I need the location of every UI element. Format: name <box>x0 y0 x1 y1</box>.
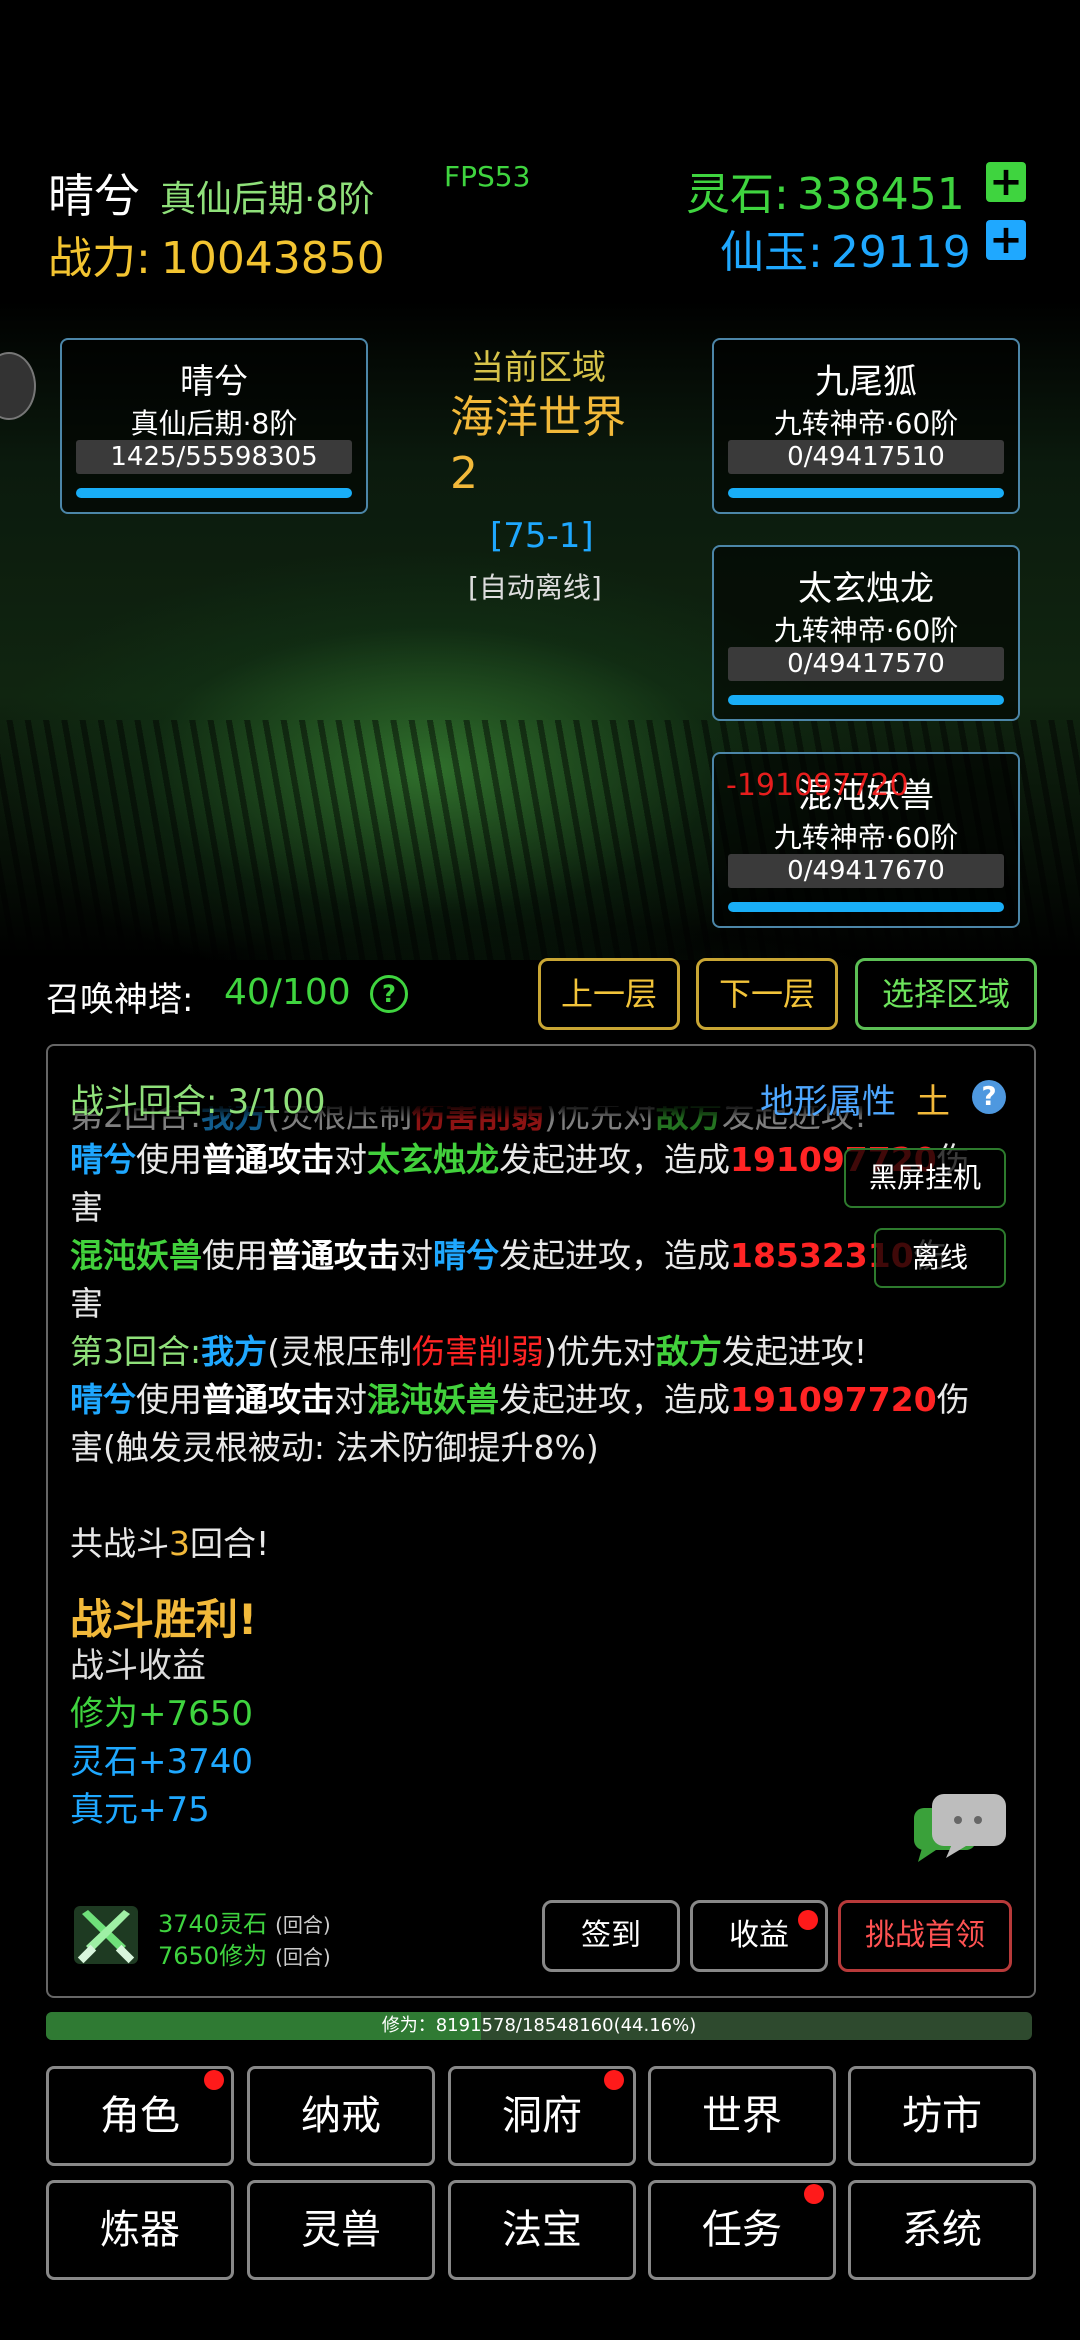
immortal-jade-value: 29119 <box>830 227 971 278</box>
offline-button[interactable]: 离线 <box>874 1228 1006 1288</box>
player-realm: 真仙后期·8阶 <box>160 179 375 220</box>
unit-hp-text: 0/49417670 <box>728 854 1004 888</box>
reward-xiuwei: 修为+7650 <box>70 1694 254 1734</box>
summon-tower-progress: 40/100 <box>224 972 351 1013</box>
unit-name: 太玄烛龙 <box>798 569 934 609</box>
unit-hp-bar <box>76 488 352 498</box>
nav-refining[interactable]: 炼器 <box>46 2180 234 2280</box>
enemy-unit-card[interactable]: 九尾狐 九转神帝·60阶 0/49417510 <box>712 338 1020 514</box>
nav-treasure[interactable]: 法宝 <box>448 2180 636 2280</box>
reward-stone: 灵石+3740 <box>70 1742 254 1782</box>
help-icon[interactable]: ? <box>972 1080 1006 1114</box>
region-code: [75-1] <box>490 516 594 556</box>
income-xiuwei: 7650修为 (回合) <box>158 1936 331 1971</box>
battle-round: 战斗回合: 3/100 <box>70 1074 325 1123</box>
plus-icon: + <box>989 217 1023 263</box>
chat-bubble-icon[interactable] <box>912 1792 1008 1862</box>
enemy-unit-card[interactable]: 太玄烛龙 九转神帝·60阶 0/49417570 <box>712 545 1020 721</box>
log-line: 混沌妖兽使用普通攻击对晴兮发起进攻，造成18532310伤 <box>70 1236 947 1275</box>
log-line: 共战斗3回合! <box>70 1524 270 1563</box>
terrain-value: 土 <box>916 1082 950 1122</box>
income-per-round: (回合) <box>275 1913 331 1937</box>
nav-storage-ring[interactable]: 纳戒 <box>247 2066 435 2166</box>
battle-round-label: 战斗回合: <box>70 1082 218 1122</box>
next-floor-button[interactable]: 下一层 <box>696 958 838 1030</box>
combat-power-value: 10043850 <box>160 233 385 284</box>
combat-power-label: 战力: <box>48 233 151 284</box>
log-line: 第3回合:我方(灵根压制伤害削弱)优先对敌方发起进攻! <box>70 1332 868 1371</box>
spirit-stone-value: 338451 <box>796 169 965 220</box>
region-name: 海洋世界2 <box>450 392 626 499</box>
help-icon[interactable]: ? <box>370 975 408 1013</box>
challenge-boss-button[interactable]: 挑战首领 <box>838 1900 1012 1972</box>
add-spirit-stone-button[interactable]: + <box>986 162 1026 202</box>
unit-realm: 九转神帝·60阶 <box>773 407 959 440</box>
immortal-jade-balance: 仙玉: 29119 <box>720 216 971 280</box>
nav-system[interactable]: 系统 <box>848 2180 1036 2280</box>
crossed-swords-icon <box>70 1902 142 1968</box>
income-stone-value: 3740灵石 <box>158 1910 268 1938</box>
unit-realm: 真仙后期·8阶 <box>130 407 298 440</box>
spirit-stone-balance: 灵石: 338451 <box>686 158 965 222</box>
region-label: 当前区域 <box>470 348 606 388</box>
unit-hp-text: 0/49417570 <box>728 647 1004 681</box>
nav-world[interactable]: 世界 <box>648 2066 836 2166</box>
nav-market[interactable]: 坊市 <box>848 2066 1036 2166</box>
unit-hp-bar <box>728 902 1004 912</box>
notification-dot-icon <box>204 2070 224 2090</box>
spirit-stone-label: 灵石: <box>686 169 789 220</box>
nav-spirit-beast[interactable]: 灵兽 <box>247 2180 435 2280</box>
reward-zhenyuan: 真元+75 <box>70 1790 210 1830</box>
notification-dot-icon <box>604 2070 624 2090</box>
player-name: 晴兮 <box>48 169 140 223</box>
cultivation-progress-bar: 修为：8191578/18548160(44.16%) <box>46 2012 1032 2040</box>
notification-dot-icon <box>804 2184 824 2204</box>
battle-round-value: 3/100 <box>227 1082 326 1122</box>
income-xiuwei-value: 7650修为 <box>158 1942 268 1970</box>
unit-realm: 九转神帝·60阶 <box>773 821 959 854</box>
battle-rewards: 战斗收益 修为+7650 灵石+3740 真元+75 <box>70 1642 253 1834</box>
select-region-button[interactable]: 选择区域 <box>855 958 1037 1030</box>
notification-dot-icon <box>798 1910 818 1930</box>
checkin-button[interactable]: 签到 <box>542 1900 680 1972</box>
floating-damage-number: -191097720 <box>726 768 909 803</box>
summon-tower-label: 召唤神塔: <box>46 980 194 1020</box>
cultivation-progress-text: 修为：8191578/18548160(44.16%) <box>381 2015 697 2036</box>
fps-counter: FPS53 <box>444 160 531 193</box>
unit-hp-text: 1425/55598305 <box>76 440 352 474</box>
combat-power: 战力: 10043850 <box>48 222 385 286</box>
log-line: 晴兮使用普通攻击对混沌妖兽发起进攻，造成191097720伤 <box>70 1380 970 1419</box>
unit-name: 晴兮 <box>180 362 248 402</box>
player-unit-card[interactable]: 晴兮 真仙后期·8阶 1425/55598305 <box>60 338 368 514</box>
terrain-label: 地形属性 <box>760 1082 896 1122</box>
log-line: 害 <box>70 1284 103 1323</box>
rewards-title: 战斗收益 <box>70 1646 206 1686</box>
add-immortal-jade-button[interactable]: + <box>986 220 1026 260</box>
blackscreen-idle-button[interactable]: 黑屏挂机 <box>844 1148 1006 1208</box>
region-mode: [自动离线] <box>468 571 602 604</box>
prev-floor-button[interactable]: 上一层 <box>538 958 680 1030</box>
log-line: 害(触发灵根被动: 法术防御提升8%) <box>70 1428 599 1467</box>
unit-realm: 九转神帝·60阶 <box>773 614 959 647</box>
income-stone: 3740灵石 (回合) <box>158 1904 331 1939</box>
plus-icon: + <box>989 159 1023 205</box>
victory-text: 战斗胜利! <box>70 1595 258 1644</box>
immortal-jade-label: 仙玉: <box>720 227 823 278</box>
unit-hp-bar <box>728 488 1004 498</box>
unit-hp-text: 0/49417510 <box>728 440 1004 474</box>
income-per-round: (回合) <box>275 1945 331 1969</box>
unit-name: 九尾狐 <box>815 362 917 402</box>
unit-hp-bar <box>728 695 1004 705</box>
